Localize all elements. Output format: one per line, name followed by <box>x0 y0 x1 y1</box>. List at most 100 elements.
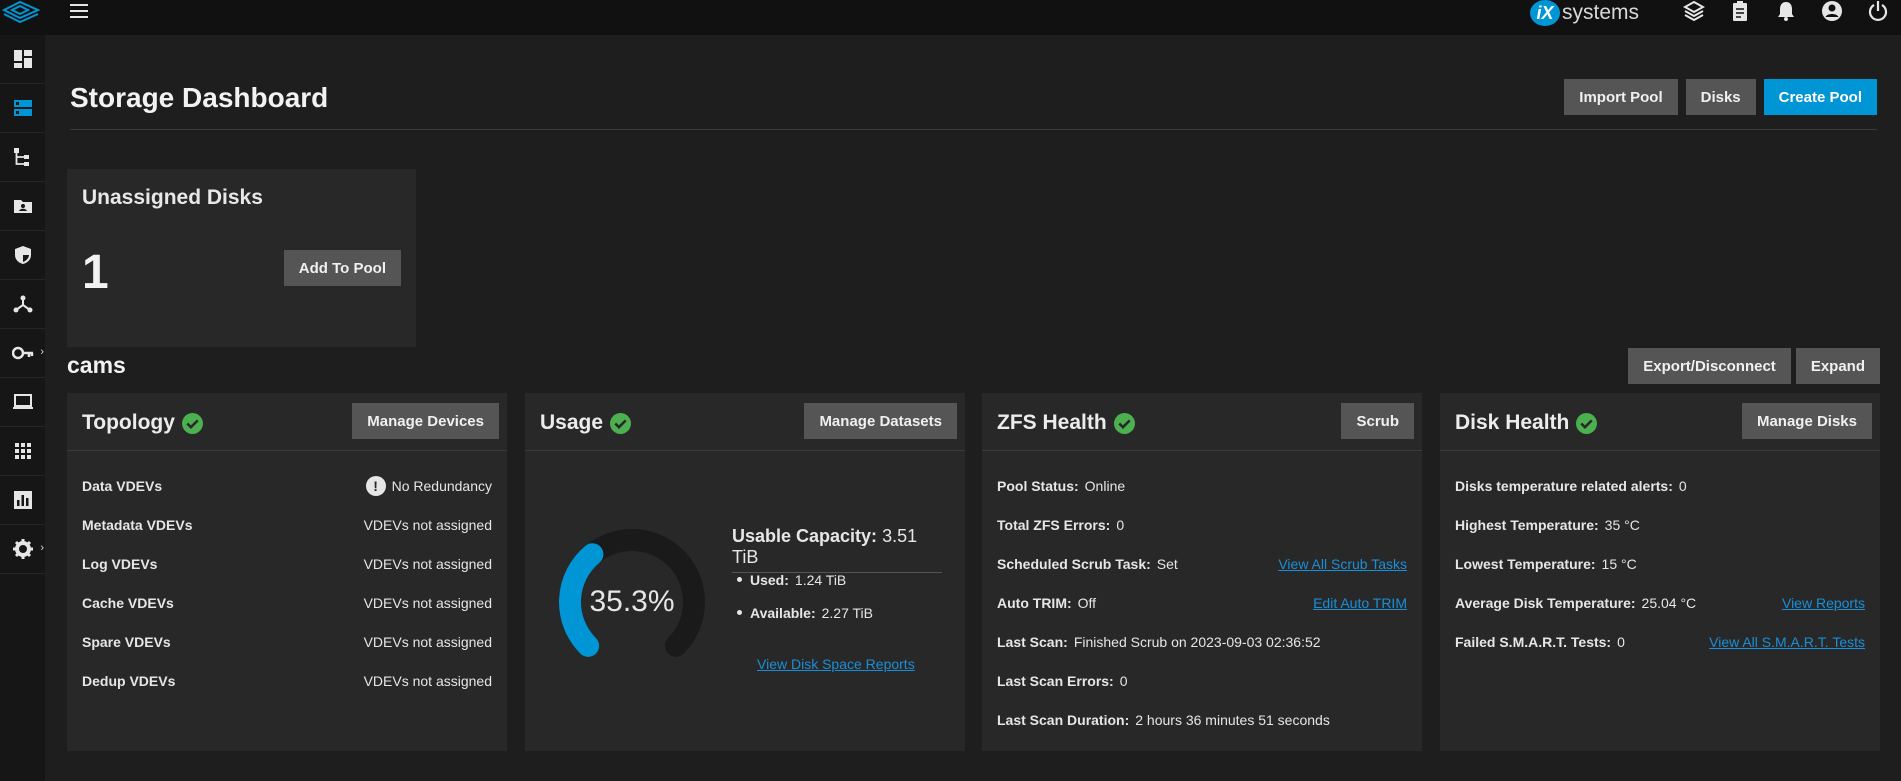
warning-icon: ! <box>365 475 386 496</box>
zfs-row: Total ZFS Errors: 0 <box>997 505 1407 544</box>
row-value: 2 hours 36 minutes 51 seconds <box>1135 711 1330 728</box>
row-label: Data VDEVs <box>82 477 163 494</box>
disk-health-row: Average Disk Temperature: 25.04 °C View … <box>1455 583 1865 622</box>
account-icon[interactable] <box>1809 0 1855 22</box>
row-value: No Redundancy <box>391 477 492 494</box>
row-label: Disks temperature related alerts: <box>1455 477 1673 494</box>
sidebar-item-apps[interactable] <box>0 427 45 476</box>
row-label: Metadata VDEVs <box>82 516 193 533</box>
used-item: Used: 1.24 TiB <box>737 563 873 596</box>
dashboard-icon <box>13 50 32 68</box>
sidebar: › › <box>0 35 45 781</box>
row-label: Auto TRIM: <box>997 594 1072 611</box>
row-value: VDEVs not assigned <box>363 672 492 689</box>
shares-icon <box>13 200 32 213</box>
row-label: Total ZFS Errors: <box>997 516 1111 533</box>
topology-row: Data VDEVs ! No Redundancy <box>82 466 492 505</box>
sidebar-item-system-settings[interactable]: › <box>0 525 45 574</box>
disk-health-row: Lowest Temperature: 15 °C <box>1455 544 1865 583</box>
check-circle-icon <box>181 412 203 434</box>
usage-card: Usage Manage Datasets 35.3% Usable Capac… <box>525 393 965 751</box>
row-value: 35 °C <box>1604 516 1640 533</box>
row-value: 25.04 °C <box>1641 594 1697 611</box>
zfs-row: Last Scan Duration: 2 hours 36 minutes 5… <box>997 700 1407 739</box>
check-circle-icon <box>1113 412 1135 434</box>
topology-title: Topology <box>82 411 175 434</box>
row-value: VDEVs not assigned <box>363 555 492 572</box>
row-label: Last Scan: <box>997 633 1068 650</box>
row-label: Highest Temperature: <box>1455 516 1599 533</box>
network-icon <box>13 295 32 313</box>
create-pool-button[interactable]: Create Pool <box>1763 79 1877 115</box>
page-title: Storage Dashboard <box>70 82 329 113</box>
datasets-icon <box>13 148 29 166</box>
unassigned-disks-title: Unassigned Disks <box>82 186 263 209</box>
manage-devices-button[interactable]: Manage Devices <box>352 403 499 439</box>
row-value: 0 <box>1678 477 1687 494</box>
truenas-logo[interactable] <box>0 0 44 35</box>
view-disk-space-reports-link[interactable]: View Disk Space Reports <box>757 656 915 672</box>
row-value: Finished Scrub on 2023-09-03 02:36:52 <box>1073 633 1321 650</box>
topology-card: Topology Manage Devices Data VDEVs ! No … <box>67 393 507 751</box>
sidebar-item-data-protection[interactable] <box>0 231 45 280</box>
topology-row: Log VDEVs VDEVs not assigned <box>82 544 492 583</box>
sidebar-item-shares[interactable] <box>0 182 45 231</box>
sidebar-item-virtualization[interactable] <box>0 378 45 427</box>
storage-icon <box>13 100 32 116</box>
scrub-button[interactable]: Scrub <box>1341 403 1414 439</box>
zfs-row: Auto TRIM: Off Edit Auto TRIM <box>997 583 1407 622</box>
truecommand-icon[interactable] <box>1671 0 1717 22</box>
row-value: Set <box>1156 555 1178 572</box>
topology-row: Metadata VDEVs VDEVs not assigned <box>82 505 492 544</box>
row-value: VDEVs not assigned <box>363 516 492 533</box>
topology-row: Cache VDEVs VDEVs not assigned <box>82 583 492 622</box>
power-icon[interactable] <box>1855 0 1901 22</box>
data-protection-icon <box>14 246 31 264</box>
export-disconnect-button[interactable]: Export/Disconnect <box>1628 348 1791 384</box>
system-settings-icon <box>12 539 33 559</box>
manage-datasets-button[interactable]: Manage Datasets <box>804 403 957 439</box>
edit-auto-trim-link[interactable]: Edit Auto TRIM <box>1313 595 1407 611</box>
row-label: Failed S.M.A.R.T. Tests: <box>1455 633 1612 650</box>
sidebar-item-storage[interactable] <box>0 84 45 133</box>
sidebar-item-reporting[interactable] <box>0 476 45 525</box>
view-all-scrub-tasks-link[interactable]: View All Scrub Tasks <box>1278 556 1407 572</box>
row-value: VDEVs not assigned <box>363 594 492 611</box>
sidebar-item-datasets[interactable] <box>0 133 45 182</box>
expand-button[interactable]: Expand <box>1795 348 1880 384</box>
apps-icon <box>14 443 31 459</box>
add-to-pool-button[interactable]: Add To Pool <box>283 250 401 286</box>
disk-health-card: Disk Health Manage Disks Disks temperatu… <box>1440 393 1880 751</box>
main-content: Storage Dashboard Import Pool Disks Crea… <box>45 35 1901 781</box>
row-label: Log VDEVs <box>82 555 158 572</box>
row-value: 0 <box>1617 633 1625 650</box>
view-reports-link[interactable]: View Reports <box>1782 595 1865 611</box>
zfs-health-title: ZFS Health <box>997 411 1107 434</box>
disks-button[interactable]: Disks <box>1685 79 1756 115</box>
topology-row: Spare VDEVs VDEVs not assigned <box>82 622 492 661</box>
zfs-row: Pool Status: Online <box>997 466 1407 505</box>
row-label: Dedup VDEVs <box>82 672 176 689</box>
import-pool-button[interactable]: Import Pool <box>1564 79 1678 115</box>
disk-health-row: Highest Temperature: 35 °C <box>1455 505 1865 544</box>
view-all-smart-tests-link[interactable]: View All S.M.A.R.T. Tests <box>1709 634 1865 650</box>
row-label: Spare VDEVs <box>82 633 171 650</box>
bell-icon[interactable] <box>1763 0 1809 22</box>
header-divider <box>70 129 1877 130</box>
menu-toggle-icon[interactable] <box>70 0 94 22</box>
row-value: 15 °C <box>1601 555 1637 572</box>
chevron-right-icon: › <box>40 346 44 358</box>
ixsystems-logo[interactable]: iX systems <box>1530 0 1639 26</box>
clipboard-icon[interactable] <box>1717 0 1763 22</box>
disk-health-row: Failed S.M.A.R.T. Tests: 0 View All S.M.… <box>1455 622 1865 661</box>
row-value: Online <box>1084 477 1126 494</box>
sidebar-item-dashboard[interactable] <box>0 35 45 84</box>
topology-row: Dedup VDEVs VDEVs not assigned <box>82 661 492 700</box>
usage-percent: 35.3% <box>589 585 675 618</box>
sidebar-item-network[interactable] <box>0 280 45 329</box>
row-value: 0 <box>1119 672 1128 689</box>
sidebar-item-credentials[interactable]: › <box>0 329 45 378</box>
row-label: Last Scan Duration: <box>997 711 1130 728</box>
top-bar: iX systems <box>0 0 1901 35</box>
manage-disks-button[interactable]: Manage Disks <box>1741 403 1872 439</box>
